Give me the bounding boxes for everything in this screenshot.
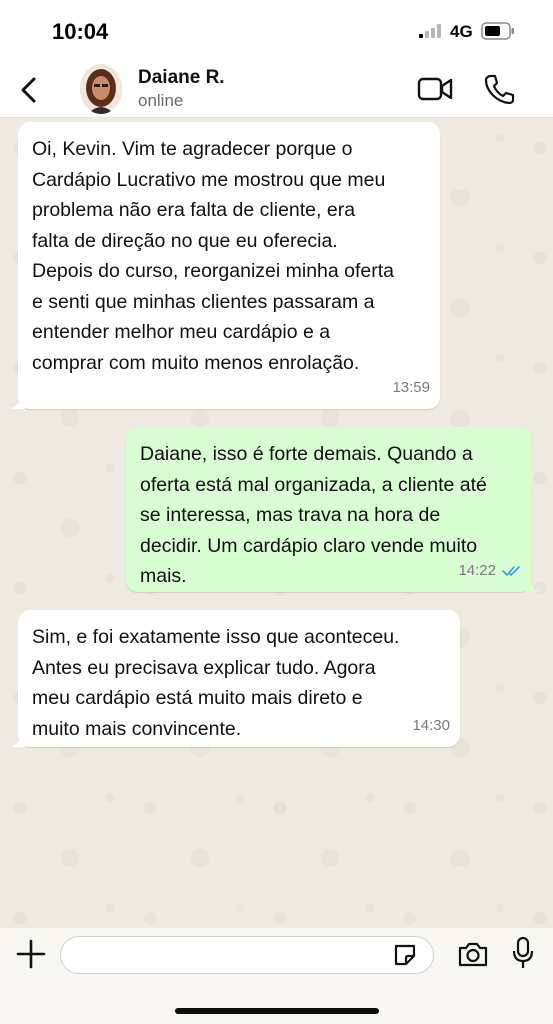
phone-icon[interactable] bbox=[483, 73, 515, 105]
message-time: 14:30 bbox=[412, 716, 450, 734]
message-meta: 14:22 bbox=[458, 556, 522, 587]
back-chevron-icon[interactable] bbox=[16, 74, 42, 106]
composer-bar bbox=[0, 928, 553, 1024]
video-call-icon[interactable] bbox=[417, 75, 453, 103]
avatar[interactable] bbox=[80, 64, 122, 114]
message-meta: 13:59 bbox=[392, 373, 430, 404]
message-bubble-incoming[interactable]: Sim, e foi exatamente isso que aconteceu… bbox=[11, 610, 460, 747]
message-bubble-outgoing[interactable]: Daiane, isso é forte demais. Quando a of… bbox=[126, 427, 539, 592]
signal-icon bbox=[419, 24, 441, 38]
camera-icon[interactable] bbox=[457, 940, 489, 968]
contact-name[interactable]: Daiane R. bbox=[138, 67, 225, 89]
bubble-tail bbox=[11, 395, 25, 409]
chat-header: Daiane R. online bbox=[0, 60, 553, 118]
bubble-tail bbox=[11, 733, 25, 747]
read-ticks-icon bbox=[502, 565, 520, 576]
plus-icon[interactable] bbox=[15, 938, 47, 970]
chat-area[interactable]: Oi, Kevin. Vim te agradecer porque o Car… bbox=[0, 118, 553, 928]
message-text: Sim, e foi exatamente isso que aconteceu… bbox=[32, 626, 400, 740]
message-time: 14:22 bbox=[458, 561, 496, 579]
message-text: Oi, Kevin. Vim te agradecer porque o Car… bbox=[32, 138, 395, 374]
status-time: 10:04 bbox=[52, 19, 109, 44]
message-input[interactable] bbox=[60, 936, 434, 974]
bubble-tail bbox=[525, 578, 539, 592]
avatar-photo bbox=[80, 64, 122, 114]
status-bar: 10:04 4G bbox=[0, 0, 553, 60]
sticker-icon[interactable] bbox=[392, 942, 418, 968]
message-time: 13:59 bbox=[392, 378, 430, 396]
message-meta: 14:30 bbox=[412, 711, 450, 742]
battery-icon bbox=[481, 22, 514, 40]
microphone-icon[interactable] bbox=[512, 936, 534, 970]
home-indicator[interactable] bbox=[175, 1008, 379, 1014]
contact-status: online bbox=[138, 91, 184, 110]
message-bubble-incoming[interactable]: Oi, Kevin. Vim te agradecer porque o Car… bbox=[11, 122, 440, 409]
network-type: 4G bbox=[450, 22, 473, 41]
